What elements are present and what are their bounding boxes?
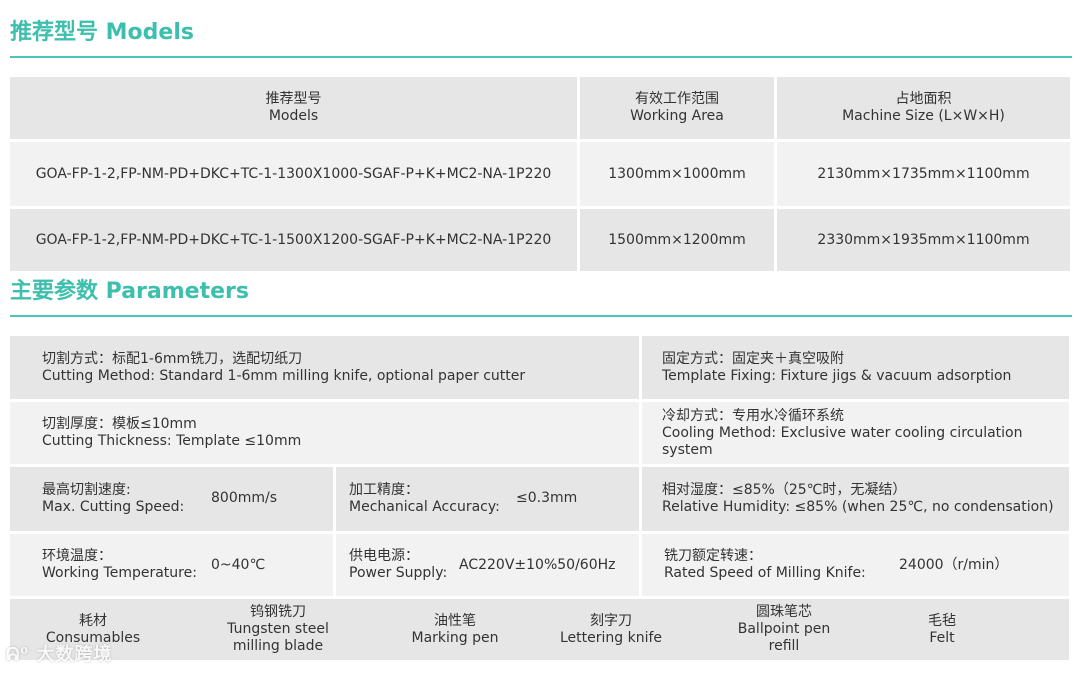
param-label-cn: 供电电源： [349,548,419,564]
header-label-cn: 有效工作范围 [635,91,719,107]
header-label-en: Models [268,108,319,124]
consumable-cn: 耗材 [79,612,107,629]
param-label-cn: 冷却方式：专用水冷循环系统 [662,407,844,424]
param-label-cn: 最高切割速度: [42,482,131,498]
param-template-fixing: 固定方式：固定夹＋真空吸附 Template Fixing: Fixture j… [642,336,1069,399]
header-label-cn: 占地面积 [895,91,952,107]
table-row-1-area: 1300mm×1000mm [580,142,774,206]
consumable-ballpoint-refill: 圆珠笔芯 Ballpoint pen refill [724,599,844,660]
param-label-en: Mechanical Accuracy: [349,499,500,515]
param-label-en: Cooling Method: Exclusive water cooling … [662,424,1023,458]
table-row-2-size: 2330mm×1935mm×1100mm [777,209,1070,271]
models-heading-rule [10,56,1072,58]
machine-size-header-cell: 占地面积 Machine Size (L×W×H) [777,77,1070,139]
consumable-en: Marking pen [411,629,499,646]
param-label-en: Cutting Method: Standard 1-6mm milling k… [42,367,526,384]
consumable-cn: 钨钢铣刀 [250,604,306,620]
param-value: 0~40℃ [211,557,266,573]
param-label-cn: 固定方式：固定夹＋真空吸附 [662,350,844,367]
param-label-en: Template Fixing: Fixture jigs & vacuum a… [662,367,1012,384]
consumable-cn: 油性笔 [434,612,476,629]
param-cutting-method: 切割方式：标配1-6mm铣刀，选配切纸刀 Cutting Method: Sta… [10,336,639,399]
param-relative-humidity: 相对湿度：≤85%（25℃时，无凝结） Relative Humidity: ≤… [642,467,1069,531]
parameters-heading: 主要参数 Parameters [10,279,249,304]
param-cooling-method: 冷却方式：专用水冷循环系统 Cooling Method: Exclusive … [642,402,1069,464]
consumable-en: Lettering knife [559,629,663,646]
models-header-cell: 推荐型号 Models [10,77,577,139]
watermark: ᕱ⁰ 大数跨境 [6,640,113,666]
param-label-cn: 切割方式：标配1-6mm铣刀，选配切纸刀 [42,350,303,367]
param-value: 800mm/s [211,490,278,506]
param-value: AC220V±10%50/60Hz [459,557,616,573]
header-label-cn: 推荐型号 [265,91,322,107]
param-mechanical-accuracy: 加工精度： Mechanical Accuracy: ≤0.3mm [336,467,639,531]
consumable-cn: 圆珠笔芯 [756,604,812,620]
parameters-heading-rule [10,315,1072,317]
param-label-cn: 铣刀额定转速： [664,548,762,564]
models-heading: 推荐型号 Models [10,20,194,45]
consumable-lettering-knife: 刻字刀 Lettering knife [553,599,669,660]
param-label-en: Working Temperature: [42,565,197,581]
param-label-en: Relative Humidity: ≤85% (when 25℃, no co… [662,499,1054,515]
param-label-en: Max. Cutting Speed: [42,499,185,515]
consumable-en: Ballpoint pen refill [737,621,831,654]
header-label-en: Machine Size (L×W×H) [842,108,1005,124]
table-row-1-size: 2130mm×1735mm×1100mm [777,142,1070,206]
working-area-header-cell: 有效工作范围 Working Area [580,77,774,139]
param-label-cn: 相对湿度：≤85%（25℃时，无凝结） [662,482,907,498]
param-value: ≤0.3mm [516,490,578,506]
consumable-felt: 毛毡 Felt [902,599,982,660]
working-area-value: 1500mm×1200mm [608,231,746,248]
param-label-en: Power Supply: [349,565,448,581]
table-row-2-area: 1500mm×1200mm [580,209,774,271]
machine-size-value: 2130mm×1735mm×1100mm [817,165,1030,182]
watermark-logo-icon: ᕱ⁰ [6,644,30,665]
param-label-en: Cutting Thickness: Template ≤10mm [42,433,302,449]
model-code: GOA-FP-1-2,FP-NM-PD+DKC+TC-1-1500X1200-S… [35,231,552,248]
param-power-supply: 供电电源： Power Supply: AC220V±10%50/60Hz [336,534,639,596]
param-cutting-thickness: 切割厚度：模板≤10mm Cutting Thickness: Template… [10,402,639,464]
machine-size-value: 2330mm×1935mm×1100mm [817,231,1030,248]
consumable-tungsten-blade: 钨钢铣刀 Tungsten steel milling blade [208,599,348,660]
consumable-cn: 刻字刀 [590,612,632,629]
working-area-value: 1300mm×1000mm [608,165,746,182]
header-label-en: Working Area [630,108,724,124]
table-row-2-model: GOA-FP-1-2,FP-NM-PD+DKC+TC-1-1500X1200-S… [10,209,577,271]
consumable-marking-pen: 油性笔 Marking pen [400,599,510,660]
param-rated-knife-speed: 铣刀额定转速： Rated Speed of Milling Knife: 24… [642,534,1069,596]
param-working-temperature: 环境温度： Working Temperature: 0~40℃ [10,534,333,596]
consumable-en: Tungsten steel milling blade [227,621,329,654]
model-code: GOA-FP-1-2,FP-NM-PD+DKC+TC-1-1300X1000-S… [35,165,552,182]
param-label-cn: 切割厚度：模板≤10mm [42,416,197,432]
param-label-cn: 加工精度： [349,482,419,498]
param-label-en: Rated Speed of Milling Knife: [664,565,866,581]
param-max-cutting-speed: 最高切割速度: Max. Cutting Speed: 800mm/s [10,467,333,531]
watermark-text: 大数跨境 [36,644,113,665]
table-row-1-model: GOA-FP-1-2,FP-NM-PD+DKC+TC-1-1300X1000-S… [10,142,577,206]
param-value: 24000（r/min） [899,557,1009,573]
param-label-cn: 环境温度： [42,548,112,564]
consumable-cn: 毛毡 [928,612,956,629]
consumable-en: Felt [929,629,955,646]
consumables-row: 耗材 Consumables 钨钢铣刀 Tungsten steel milli… [10,599,1069,660]
